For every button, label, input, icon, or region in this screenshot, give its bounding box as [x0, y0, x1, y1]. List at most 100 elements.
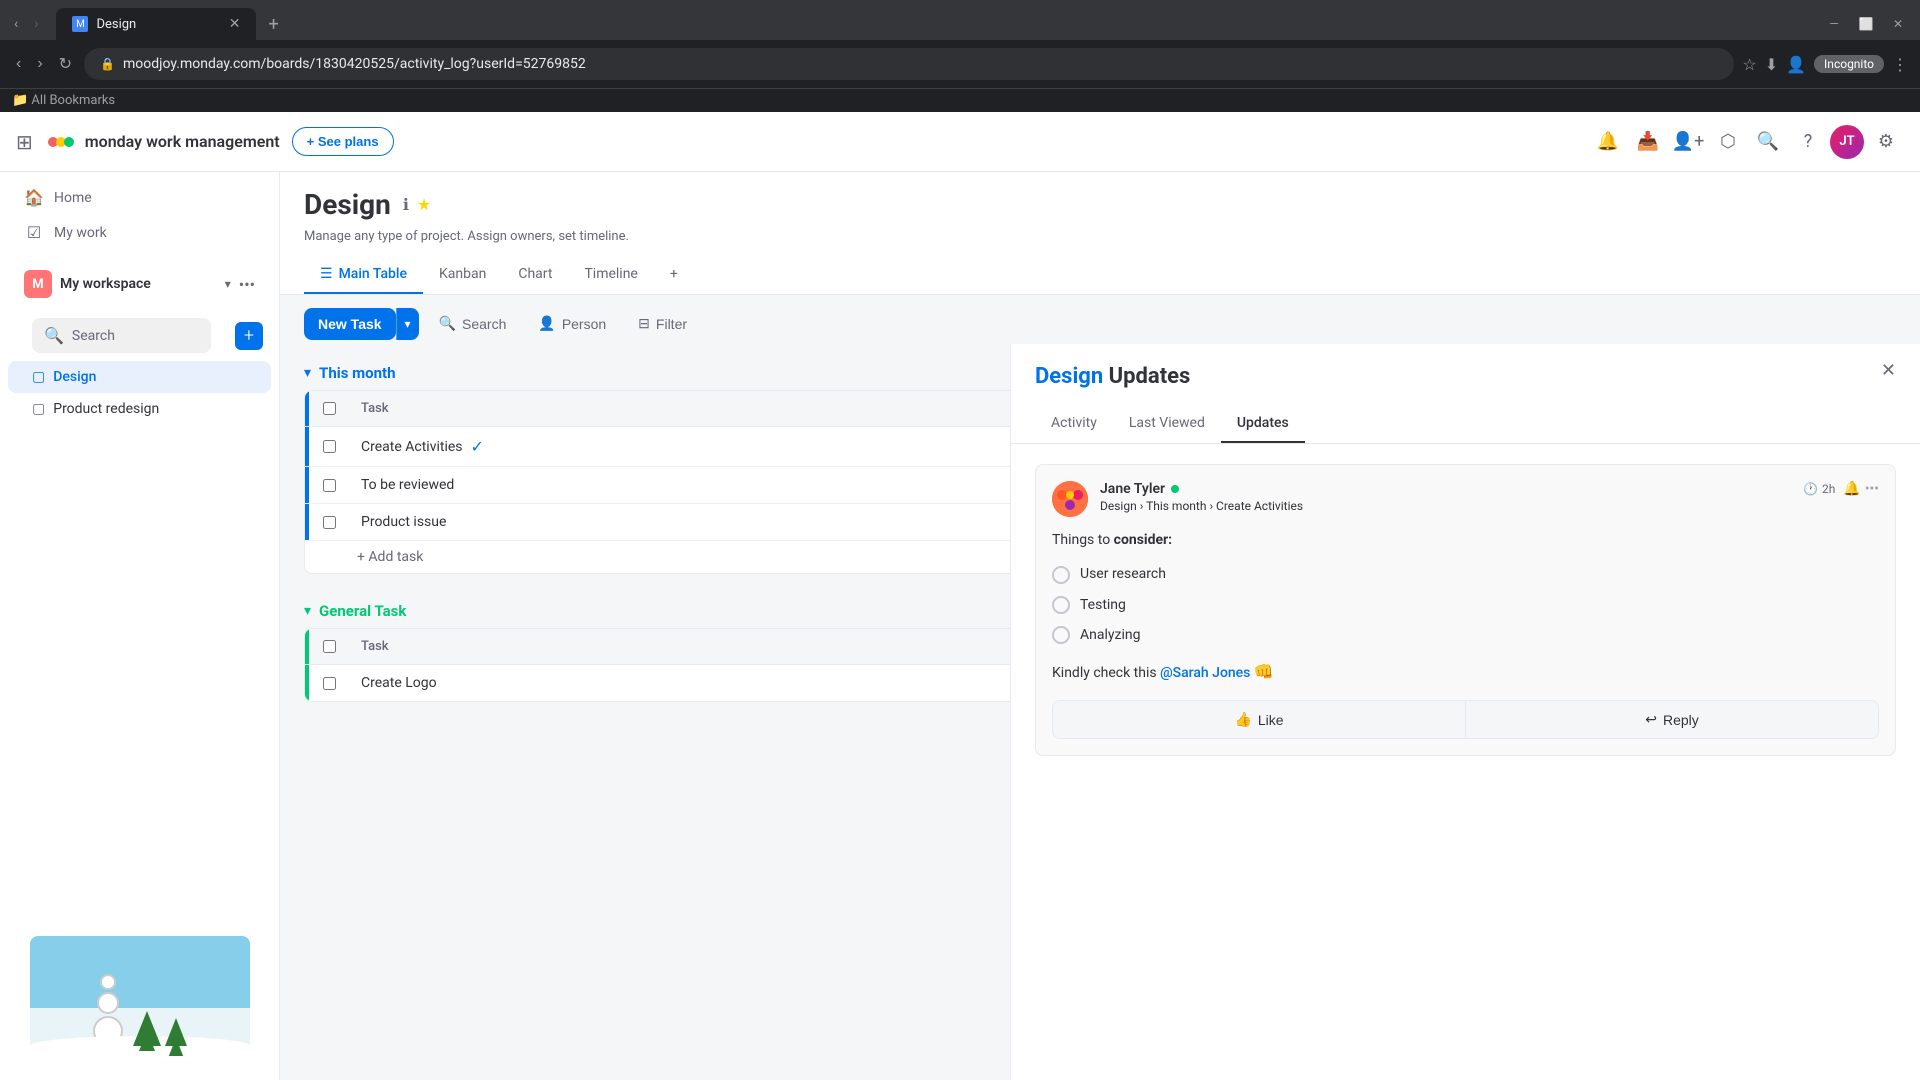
monday-logo: monday work management: [45, 126, 280, 158]
workspace-more-icon[interactable]: •••: [239, 275, 255, 294]
snowman-decoration: [0, 920, 279, 1072]
board-tabs: ☰ Main Table Kanban Chart Timeline +: [304, 256, 1896, 294]
tab-chart[interactable]: Chart: [502, 256, 568, 294]
panel-header: ✕ Design Updates Activity Last Viewed Up…: [1011, 344, 1920, 444]
apps-icon[interactable]: ⬡: [1710, 124, 1746, 160]
mention-sarah[interactable]: @Sarah Jones: [1160, 665, 1250, 681]
invite-icon[interactable]: 👤+: [1670, 124, 1706, 160]
back-button[interactable]: ‹: [12, 51, 25, 77]
sidebar-search[interactable]: 🔍 Search: [32, 318, 211, 353]
tab-timeline[interactable]: Timeline: [568, 256, 653, 294]
header-check-2[interactable]: [309, 629, 349, 664]
tab-favicon: M: [72, 16, 88, 32]
filter-button[interactable]: ⊟ Filter: [626, 307, 699, 340]
panel-tab-updates[interactable]: Updates: [1221, 405, 1305, 443]
panel-tab-activity[interactable]: Activity: [1035, 405, 1113, 443]
tab-close-button[interactable]: ✕: [229, 16, 241, 32]
user-avatar[interactable]: JT: [1830, 125, 1864, 159]
close-button[interactable]: ✕: [1884, 10, 1912, 38]
row-check-1[interactable]: [309, 440, 349, 453]
new-task-dropdown-button[interactable]: ▾: [396, 308, 419, 340]
workspace-chevron-icon: ▾: [225, 277, 231, 291]
home-label: Home: [54, 190, 92, 206]
person-icon: 👤: [538, 315, 555, 332]
board-description: Manage any type of project. Assign owner…: [304, 229, 1896, 244]
tab-forward-icon[interactable]: ›: [28, 14, 44, 34]
settings-icon[interactable]: ⚙: [1868, 124, 1904, 160]
group-collapse-button[interactable]: ▾: [304, 365, 311, 381]
new-tab-button[interactable]: +: [260, 10, 286, 39]
row-check-2[interactable]: [309, 479, 349, 492]
browser-actions: ☆ ⬇ 👤 Incognito ⋮: [1742, 55, 1908, 74]
address-bar[interactable]: 🔒 moodjoy.monday.com/boards/1830420525/a…: [84, 48, 1734, 80]
help-icon[interactable]: ?: [1790, 124, 1826, 160]
new-task-button[interactable]: New Task: [304, 308, 396, 340]
header-check[interactable]: [309, 391, 349, 426]
row-check-3[interactable]: [309, 516, 349, 529]
star-icon[interactable]: ★: [417, 195, 431, 214]
tab-kanban[interactable]: Kanban: [423, 256, 502, 294]
task-checkbox-g1[interactable]: [323, 677, 336, 690]
select-all-checkbox-2[interactable]: [323, 640, 336, 653]
radio-analyzing[interactable]: [1052, 626, 1070, 644]
checklist-item-user-research: User research: [1052, 563, 1879, 585]
task-checkbox-1[interactable]: [323, 440, 336, 453]
reply-button[interactable]: ↩ Reply: [1466, 700, 1879, 739]
like-icon: 👍: [1234, 711, 1251, 728]
task-checkbox-3[interactable]: [323, 516, 336, 529]
notification-bell-icon[interactable]: 🔔: [1590, 124, 1626, 160]
reply-icon: ↩: [1645, 711, 1657, 728]
search-button[interactable]: 🔍 Search: [427, 307, 519, 340]
update-username: Jane Tyler: [1100, 481, 1791, 497]
group-title-this-month: This month: [319, 364, 395, 382]
menu-icon[interactable]: ⋮: [1892, 55, 1908, 74]
browser-chrome: ‹ › M Design ✕ + — ⬜ ✕ ‹ › ↻ 🔒 moodjoy.m…: [0, 0, 1920, 112]
panel-tabs: Activity Last Viewed Updates: [1035, 405, 1896, 443]
workspace-header[interactable]: M My workspace ▾ •••: [8, 262, 271, 306]
like-button[interactable]: 👍 Like: [1052, 700, 1466, 739]
board-square-icon: ▢: [32, 369, 45, 385]
more-actions-icon[interactable]: •••: [1865, 481, 1879, 497]
tab-bar: ‹ › M Design ✕ + — ⬜ ✕: [0, 0, 1920, 40]
row-check-g1[interactable]: [309, 677, 349, 690]
info-icon[interactable]: ℹ: [403, 195, 409, 214]
grid-icon[interactable]: ⊞: [16, 130, 33, 154]
tab-more[interactable]: +: [654, 256, 694, 294]
avatar-graphic: [1052, 481, 1088, 517]
radio-user-research[interactable]: [1052, 566, 1070, 584]
tab-back-icon[interactable]: ‹: [8, 14, 24, 34]
add-board-button[interactable]: +: [235, 322, 263, 350]
sidebar-item-design[interactable]: ▢ Design: [8, 361, 271, 393]
select-all-checkbox[interactable]: [323, 402, 336, 415]
forward-button[interactable]: ›: [33, 51, 46, 77]
extension-icon[interactable]: ☆: [1742, 55, 1756, 74]
topbar-icons: 🔔 📥 👤+ ⬡ 🔍 ? JT ⚙: [1590, 124, 1904, 160]
notification-icon[interactable]: 🔔: [1843, 481, 1860, 497]
search-icon[interactable]: 🔍: [1750, 124, 1786, 160]
sidebar-item-my-work[interactable]: ☑ My work: [8, 215, 271, 250]
sidebar-item-home[interactable]: 🏠 Home: [8, 180, 271, 215]
new-task-group: New Task ▾: [304, 308, 419, 340]
board-title: Design: [304, 188, 391, 221]
see-plans-button[interactable]: + See plans: [292, 127, 394, 156]
radio-testing[interactable]: [1052, 596, 1070, 614]
my-work-icon: ☑: [24, 223, 44, 242]
panel-tab-last-viewed[interactable]: Last Viewed: [1113, 405, 1221, 443]
sidebar-item-product-redesign[interactable]: ▢ Product redesign: [8, 393, 271, 425]
profile-icon[interactable]: 👤: [1786, 55, 1806, 74]
tab-main-table[interactable]: ☰ Main Table: [304, 256, 423, 294]
group-collapse-button-2[interactable]: ▾: [304, 603, 311, 619]
task-checkbox-2[interactable]: [323, 479, 336, 492]
refresh-button[interactable]: ↻: [55, 50, 76, 78]
panel-close-button[interactable]: ✕: [1881, 360, 1896, 381]
minimize-button[interactable]: —: [1820, 10, 1848, 38]
product-redesign-board-label: Product redesign: [53, 401, 159, 417]
inbox-icon[interactable]: 📥: [1630, 124, 1666, 160]
update-body-text: Things to consider:: [1052, 529, 1879, 551]
update-footer: 👍 Like ↩ Reply: [1052, 700, 1879, 739]
person-button[interactable]: 👤 Person: [526, 307, 618, 340]
active-browser-tab[interactable]: M Design ✕: [56, 8, 256, 40]
maximize-button[interactable]: ⬜: [1852, 10, 1880, 38]
download-icon[interactable]: ⬇: [1765, 55, 1778, 74]
bookmarks-bar: 📁 All Bookmarks: [0, 88, 1920, 112]
